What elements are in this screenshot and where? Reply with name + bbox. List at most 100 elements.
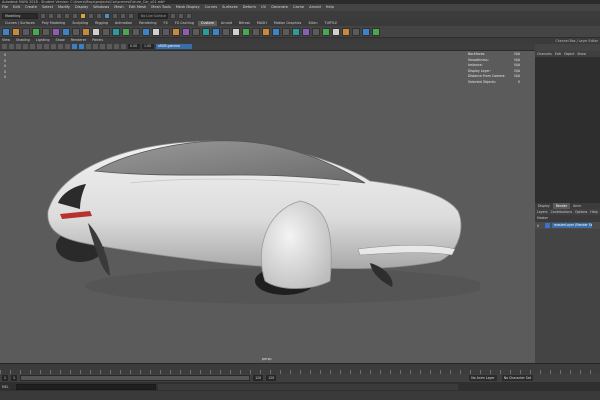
exposure-field[interactable]: 0.00 [128, 44, 140, 49]
snap-grid-icon[interactable] [104, 12, 110, 19]
shadows-icon[interactable] [100, 44, 105, 49]
save-scene-icon[interactable] [56, 12, 62, 19]
shelf-tool-icon[interactable] [32, 27, 40, 36]
shelf-tool-icon[interactable] [192, 27, 200, 36]
layer-visibility-toggle[interactable]: V [537, 224, 543, 228]
tab-bifrost[interactable]: Bifrost [236, 21, 253, 26]
shelf-tool-icon[interactable] [222, 27, 230, 36]
menu-windows[interactable]: Windows [93, 5, 109, 9]
smooth-shade-icon[interactable] [79, 44, 84, 49]
shelf-tool-icon[interactable] [12, 27, 20, 36]
tab-mash[interactable]: MASH [254, 21, 270, 26]
menu-edit[interactable]: Edit [13, 5, 20, 9]
shelf-tool-icon[interactable] [242, 27, 250, 36]
shelf-tool-icon[interactable] [322, 27, 330, 36]
tab-arnold[interactable]: Arnold [218, 21, 235, 26]
shelf-tool-icon[interactable] [42, 27, 50, 36]
textured-icon[interactable] [86, 44, 91, 49]
shelf-tool-icon[interactable] [132, 27, 140, 36]
shelf-tool-icon[interactable] [372, 27, 380, 36]
anim-start-field[interactable]: 1 [2, 375, 9, 381]
menu-generate[interactable]: Generate [271, 5, 288, 9]
color-space-select[interactable]: sRGB gamma [156, 44, 192, 49]
lights-icon[interactable] [93, 44, 98, 49]
menu-edit-mesh[interactable]: Edit Mesh [129, 5, 147, 9]
shelf-tool-icon[interactable] [292, 27, 300, 36]
snap-view-icon[interactable] [128, 12, 134, 19]
shelf-tool-icon[interactable] [122, 27, 130, 36]
shelf-tool-icon[interactable] [62, 27, 70, 36]
select-object-icon[interactable] [88, 12, 94, 19]
select-camera-icon[interactable] [2, 44, 7, 49]
layer-name[interactable]: masterLayer (Render Setup) [552, 223, 592, 228]
shelf-tool-icon[interactable] [352, 27, 360, 36]
isolate-select-icon[interactable] [114, 44, 119, 49]
gate-mask-icon[interactable] [51, 44, 56, 49]
menu-deform[interactable]: Deform [243, 5, 256, 9]
shelf-tool-icon[interactable] [72, 27, 80, 36]
character-set-select[interactable]: No Character Set [501, 375, 534, 381]
car-model[interactable] [40, 131, 480, 311]
menu-modify[interactable]: Modify [58, 5, 70, 9]
shelf-tool-icon[interactable] [112, 27, 120, 36]
shelf-tool-icon[interactable] [92, 27, 100, 36]
shelf-tool-icon[interactable] [232, 27, 240, 36]
field-chart-icon[interactable] [58, 44, 63, 49]
tab-rigging[interactable]: Rigging [92, 21, 111, 26]
ipr-render-icon[interactable] [178, 12, 184, 19]
safe-action-icon[interactable] [65, 44, 70, 49]
perspective-viewport[interactable]: 0 0 0 0 0 Backfaces: N/A Smoothness: N/A I… [0, 51, 535, 363]
image-plane-icon[interactable] [23, 44, 28, 49]
shelf-tool-icon[interactable] [172, 27, 180, 36]
menu-surfaces[interactable]: Surfaces [222, 5, 238, 9]
anim-layer-select[interactable]: No Anim Layer [469, 375, 497, 381]
menu-create[interactable]: Create [25, 5, 37, 9]
menu-set-select[interactable]: Modeling [2, 12, 38, 19]
menu-help[interactable]: Help [326, 5, 334, 9]
tab-custom[interactable]: Custom [197, 20, 217, 26]
shelf-tool-icon[interactable] [162, 27, 170, 36]
menu-file[interactable]: File [2, 5, 8, 9]
menu-arnold[interactable]: Arnold [309, 5, 321, 9]
shelf-tool-icon[interactable] [362, 27, 370, 36]
range-start-field[interactable]: 1 [11, 375, 18, 381]
layer-row[interactable]: V masterLayer (Render Setup) [535, 222, 600, 229]
shelf-tool-icon[interactable] [302, 27, 310, 36]
shelf-tool-icon[interactable] [22, 27, 30, 36]
shelf-tool-icon[interactable] [342, 27, 350, 36]
live-surface-field[interactable]: No Live Surface [138, 12, 168, 19]
range-slider[interactable] [20, 375, 251, 381]
camera-attributes-icon[interactable] [9, 44, 14, 49]
shelf-tool-icon[interactable] [202, 27, 210, 36]
tab-fx[interactable]: FX [161, 21, 171, 26]
layer-color-swatch[interactable] [545, 223, 550, 228]
shelf-tool-icon[interactable] [212, 27, 220, 36]
snap-point-icon[interactable] [120, 12, 126, 19]
command-input[interactable] [16, 383, 156, 390]
shelf-tool-icon[interactable] [152, 27, 160, 36]
range-end-field[interactable]: 120 [253, 375, 264, 381]
shelf-tool-icon[interactable] [262, 27, 270, 36]
snap-curve-icon[interactable] [112, 12, 118, 19]
grid-icon[interactable] [30, 44, 35, 49]
tab-sculpting[interactable]: Sculpting [69, 21, 91, 26]
shelf-tool-icon[interactable] [332, 27, 340, 36]
tab-xgen[interactable]: XGen [305, 21, 320, 26]
tab-fx-caching[interactable]: FX Caching [172, 21, 197, 26]
gamma-field[interactable]: 1.00 [142, 44, 154, 49]
tab-motion-graphics[interactable]: Motion Graphics [271, 21, 305, 26]
select-component-icon[interactable] [96, 12, 102, 19]
shelf-tool-icon[interactable] [142, 27, 150, 36]
shelf-tool-icon[interactable] [2, 27, 10, 36]
xray-icon[interactable] [121, 44, 126, 49]
render-icon[interactable] [170, 12, 176, 19]
shelf-tool-icon[interactable] [52, 27, 60, 36]
command-language-toggle[interactable]: MEL [2, 385, 14, 389]
menu-curves[interactable]: Curves [205, 5, 217, 9]
ambient-occlusion-icon[interactable] [107, 44, 112, 49]
menu-mesh[interactable]: Mesh [114, 5, 123, 9]
bookmark-icon[interactable] [16, 44, 21, 49]
tab-animation[interactable]: Animation [112, 21, 135, 26]
new-scene-icon[interactable] [40, 12, 46, 19]
menu-select[interactable]: Select [42, 5, 53, 9]
